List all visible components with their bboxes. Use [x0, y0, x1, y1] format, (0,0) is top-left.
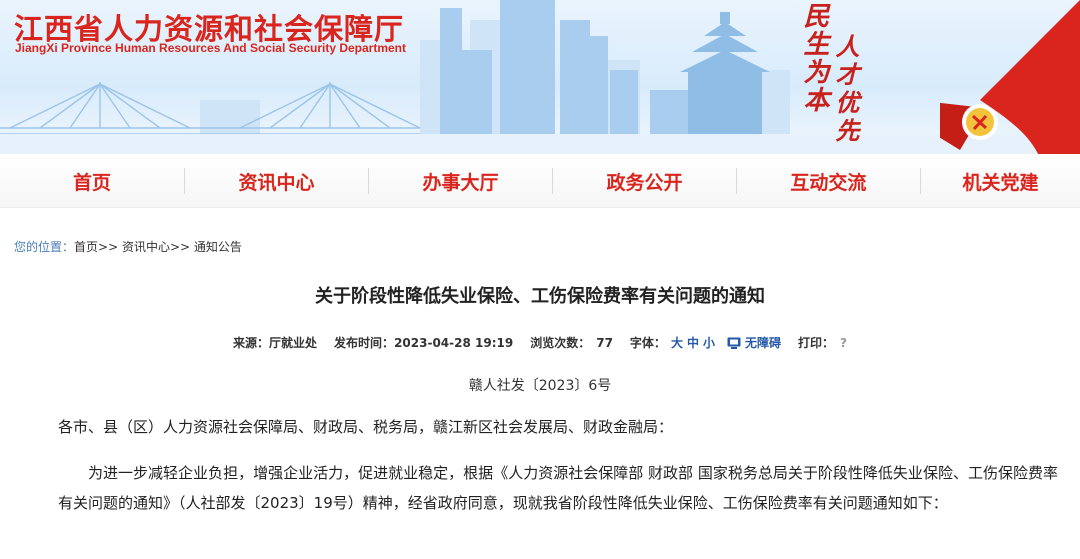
font-large-button[interactable]: 大 — [671, 334, 683, 351]
breadcrumb-news-center[interactable]: 资讯中心>> — [122, 240, 190, 254]
main-nav: 首页 资讯中心 办事大厅 政务公开 互动交流 机关党建 — [0, 154, 1080, 208]
nav-interaction[interactable]: 互动交流 — [737, 154, 920, 208]
breadcrumb-home[interactable]: 首页>> — [74, 240, 118, 254]
article-title: 关于阶段性降低失业保险、工伤保险费率有关问题的通知 — [315, 286, 765, 307]
font-small-button[interactable]: 小 — [703, 334, 715, 351]
nav-government-affairs[interactable]: 政务公开 — [553, 154, 736, 208]
red-flag-emblem-icon — [940, 0, 1080, 158]
nav-home[interactable]: 首页 — [0, 154, 184, 208]
breadcrumb-notices[interactable]: 通知公告 — [194, 240, 242, 254]
font-medium-button[interactable]: 中 — [687, 334, 699, 351]
font-label: 字体： — [629, 336, 666, 350]
site-subtitle: JiangXi Province Human Resources And Soc… — [15, 41, 407, 55]
date-label: 发布时间： — [334, 336, 395, 350]
nav-news-center[interactable]: 资讯中心 — [185, 154, 368, 208]
slogan-right: 人才优先 — [831, 34, 860, 146]
header-banner: 江西省人力资源和社会保障厅 JiangXi Province Human Res… — [0, 0, 1080, 158]
breadcrumb: 您的位置：首页>> 资讯中心>> 通知公告 — [14, 238, 242, 255]
nav-service-hall[interactable]: 办事大厅 — [369, 154, 552, 208]
article-meta: 来源： 厅就业处 发布时间： 2023-04-28 19:19 浏览次数： 77 字体… — [0, 334, 1080, 351]
body-paragraph: 为进一步减轻企业负担，增强企业活力，促进就业稳定，根据《人力资源社会保障部 财政… — [58, 464, 1058, 512]
nav-party-building[interactable]: 机关党建 — [921, 154, 1080, 208]
views-value: 77 — [596, 335, 613, 350]
views-label: 浏览次数： — [530, 336, 591, 350]
accessibility-icon[interactable] — [727, 337, 741, 349]
breadcrumb-prefix: 您的位置： — [14, 240, 75, 254]
source-label: 来源： — [233, 336, 270, 350]
salutation: 各市、县（区）人力资源社会保障局、财政局、税务局，赣江新区社会发展局、财政金融局… — [58, 418, 674, 436]
document-number: 赣人社发〔2023〕6号 — [468, 378, 612, 394]
print-label: 打印： — [798, 336, 835, 350]
date-value: 2023-04-28 19:19 — [394, 335, 514, 350]
accessibility-button[interactable]: 无障碍 — [745, 334, 781, 351]
print-icon[interactable]: ? — [840, 336, 847, 350]
source-value: 厅就业处 — [269, 336, 318, 350]
